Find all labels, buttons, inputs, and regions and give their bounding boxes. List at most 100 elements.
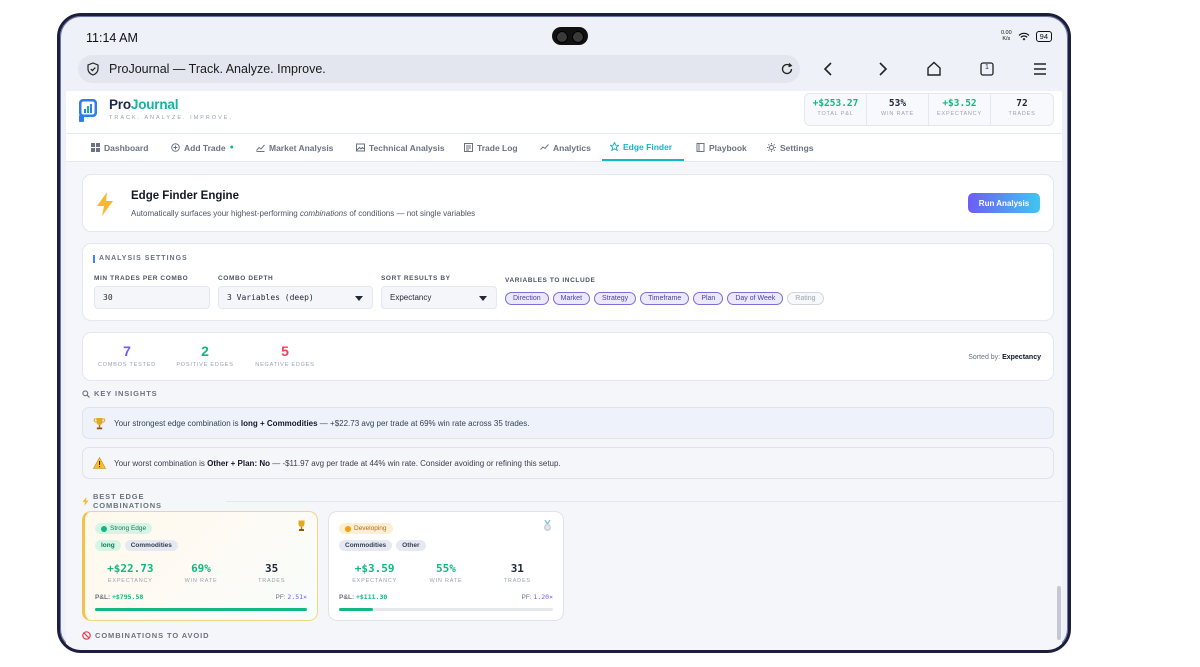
star-icon (610, 142, 619, 151)
tab-count-icon[interactable]: 1 (978, 60, 996, 78)
engine-subtitle: Automatically surfaces your highest-perf… (131, 209, 476, 218)
tab-add-trade[interactable]: Add Trade ● (171, 134, 234, 161)
plus-circle-icon (171, 143, 180, 152)
tab-market-analysis[interactable]: Market Analysis (256, 134, 333, 161)
grid-icon (91, 143, 100, 152)
combo-tags: long Commodities (95, 540, 178, 551)
sorted-by: Sorted by: Expectancy (968, 354, 1041, 361)
log-icon (464, 143, 473, 152)
scrollbar[interactable] (1057, 586, 1061, 640)
add-trade-dot: ● (229, 144, 234, 151)
min-trades-label: MIN TRADES PER COMBO (94, 275, 189, 282)
logo-icon (79, 99, 97, 122)
chevron-down-icon (479, 296, 487, 301)
prohibited-icon (82, 631, 91, 640)
variables-label: VARIABLES TO INCLUDE (505, 277, 596, 284)
system-icons: 0.00 K/s 94 (1001, 30, 1052, 42)
tag: Commodities (339, 540, 393, 551)
trophy-icon (298, 520, 305, 531)
results-summary-card: 7 COMBOS TESTED 2 POSITIVE EDGES 5 NEGATIVE… (82, 332, 1054, 381)
chip-direction[interactable]: Direction (505, 292, 549, 305)
magnifier-icon (82, 389, 90, 398)
strength-badge: Strong Edge (95, 523, 153, 534)
combo-tags: Commodities Other (339, 540, 426, 551)
lightning-icon (97, 192, 113, 216)
tab-edge-finder[interactable]: Edge Finder (602, 134, 684, 161)
insight-strongest: Your strongest edge combination is long … (82, 407, 1054, 439)
home-icon[interactable] (925, 60, 943, 78)
status-bar: 11:14 AM 0.00 K/s 94 (60, 16, 1068, 56)
combo-metrics: +$22.73 EXPECTANCY 69% WIN RATE 35 TRADES (107, 562, 286, 584)
variable-chips: Direction Market Strategy Timeframe Plan… (505, 292, 824, 305)
tab-dashboard[interactable]: Dashboard (91, 134, 148, 161)
stat-expectancy: +$3.52 EXPECTANCY (929, 94, 991, 125)
trend-icon (256, 144, 265, 152)
combo-progress-bar (95, 608, 307, 611)
run-analysis-button[interactable]: Run Analysis (968, 193, 1040, 213)
tag: Other (396, 540, 426, 551)
engine-title: Edge Finder Engine (131, 190, 239, 202)
combo-depth-select[interactable]: 3 Variables (deep) (218, 286, 373, 309)
combo-metrics: +$3.59 EXPECTANCY 55% WIN RATE 31 TRADES (352, 562, 531, 584)
chip-strategy[interactable]: Strategy (594, 292, 637, 305)
net-speed: 0.00 K/s (1000, 30, 1012, 42)
lightning-icon (82, 496, 89, 506)
warning-icon (93, 457, 106, 469)
combo-pnl: P&L: +$111.30 (339, 593, 388, 601)
min-trades-input[interactable]: 30 (94, 286, 210, 309)
insight-worst: Your worst combination is Other + Plan: … (82, 447, 1054, 479)
sort-label: SORT RESULTS BY (381, 275, 451, 282)
gear-icon (767, 143, 776, 152)
header-stats: +$253.27 TOTAL P&L 53% WIN RATE +$3.52 EXPE… (804, 93, 1054, 126)
combo-card-strong[interactable]: Strong Edge long Commodities +$22.73 EXPE… (82, 511, 318, 621)
book-icon (696, 143, 705, 152)
tab-analytics[interactable]: Analytics (540, 134, 591, 161)
image-icon (356, 143, 365, 152)
battery-icon: 94 (1035, 30, 1052, 42)
positive-edges: 2 POSITIVE EDGES (176, 343, 234, 368)
stat-total-pnl: +$253.27 TOTAL P&L (805, 94, 867, 125)
combo-card-developing[interactable]: Developing Commodities Other +$3.59 EXPEC… (328, 511, 564, 621)
url-title: ProJournal — Track. Analyze. Improve. (109, 62, 326, 76)
combo-progress-bar (339, 608, 553, 611)
sort-select[interactable]: Expectancy (381, 286, 497, 309)
forward-icon[interactable] (873, 60, 891, 78)
camera-cutout (552, 27, 588, 45)
analytics-icon (540, 144, 549, 150)
brand-name: ProJournal (109, 97, 179, 112)
app-header: ProJournal TRACK. ANALYZE. IMPROVE. +$25… (66, 91, 1062, 134)
tab-count-number: 1 (985, 64, 989, 71)
combo-pnl: P&L: +$795.58 (95, 593, 144, 601)
reload-icon[interactable] (780, 62, 794, 76)
main-tabs: Dashboard Add Trade ● Market Analysis Tec… (66, 134, 1062, 162)
tab-trade-log[interactable]: Trade Log (464, 134, 518, 161)
chip-timeframe[interactable]: Timeframe (640, 292, 690, 305)
tablet-frame: 11:14 AM 0.00 K/s 94 ProJournal — Track. … (57, 13, 1071, 653)
trophy-icon (93, 417, 106, 429)
medal-icon (544, 520, 551, 531)
strength-badge: Developing (339, 523, 393, 534)
combo-profit-factor: PF: 2.51× (275, 593, 308, 601)
brand-tagline: TRACK. ANALYZE. IMPROVE. (109, 115, 233, 121)
combo-depth-label: COMBO DEPTH (218, 275, 274, 282)
address-bar[interactable]: ProJournal — Track. Analyze. Improve. (78, 55, 800, 83)
chip-rating[interactable]: Rating (787, 292, 824, 305)
chip-market[interactable]: Market (552, 292, 591, 305)
analysis-settings-card: ANALYSIS SETTINGS MIN TRADES PER COMBO 3… (82, 243, 1054, 321)
settings-title: ANALYSIS SETTINGS (93, 255, 188, 263)
wifi-icon (1018, 32, 1030, 40)
edge-finder-engine-card: Edge Finder Engine Automatically surface… (82, 174, 1054, 232)
combos-tested: 7 COMBOS TESTED (98, 343, 156, 368)
status-time: 11:14 AM (86, 31, 138, 45)
tab-playbook[interactable]: Playbook (696, 134, 747, 161)
best-combinations-heading: BEST EDGE COMBINATIONS (82, 492, 1062, 510)
shield-icon (87, 62, 99, 76)
tab-settings[interactable]: Settings (767, 134, 814, 161)
chip-day-of-week[interactable]: Day of Week (727, 292, 784, 305)
tab-technical-analysis[interactable]: Technical Analysis (356, 134, 445, 161)
tag: Commodities (124, 540, 178, 551)
menu-icon[interactable] (1031, 60, 1049, 78)
stat-win-rate: 53% WIN RATE (867, 94, 929, 125)
back-icon[interactable] (820, 60, 838, 78)
chip-plan[interactable]: Plan (693, 292, 724, 305)
